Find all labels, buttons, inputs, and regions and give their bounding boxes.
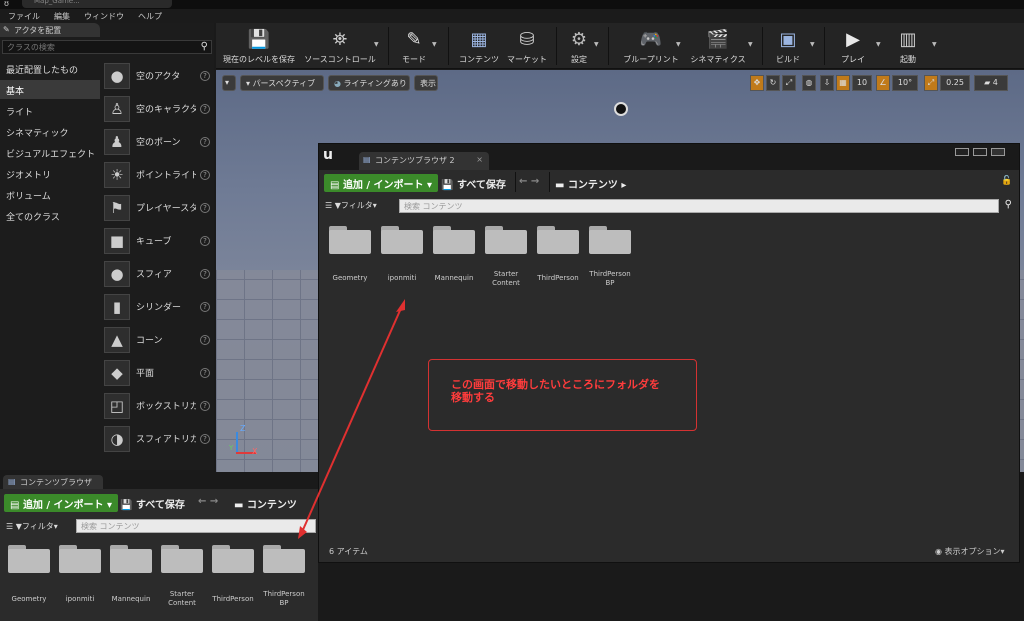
annotation-arrow-line (301, 305, 403, 533)
arrow-head-down (298, 526, 307, 539)
annotation-arrow (298, 299, 405, 539)
arrow-head-up (396, 299, 405, 312)
